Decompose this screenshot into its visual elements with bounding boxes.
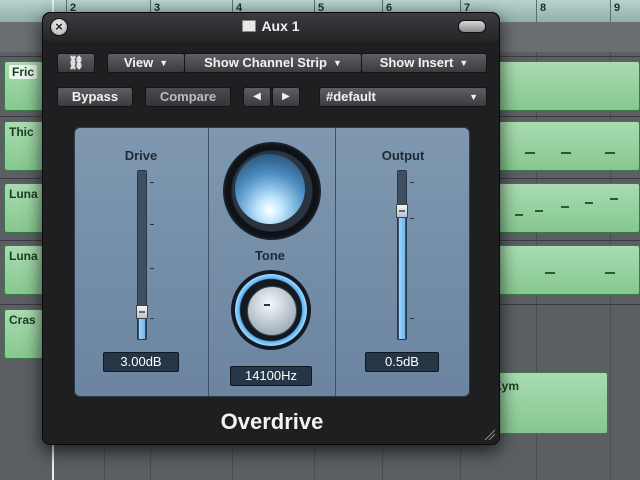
- slider-tick: [150, 182, 154, 183]
- window-title-text: Aux 1: [261, 18, 300, 34]
- drive-label: Drive: [124, 148, 158, 163]
- section-divider: [208, 128, 209, 396]
- drive-value-field[interactable]: 3.00dB: [103, 352, 179, 372]
- chevron-down-icon: ▼: [469, 92, 478, 102]
- drive-slider-handle[interactable]: [136, 305, 148, 319]
- chevron-down-icon: ▼: [159, 58, 169, 68]
- slider-tick: [410, 182, 414, 183]
- tone-knob-cap: [247, 286, 297, 336]
- slider-tick: [150, 268, 154, 269]
- region-label: Luna: [9, 187, 38, 201]
- preset-menu[interactable]: #default ▼: [319, 87, 487, 107]
- view-button-group: View ▼ Show Channel Strip ▼ Show Insert ▼: [107, 53, 487, 73]
- ruler-number: 9: [614, 2, 621, 14]
- midi-note: [561, 206, 569, 208]
- tone-knob[interactable]: [231, 270, 311, 350]
- midi-region[interactable]: Kym: [488, 372, 608, 434]
- midi-note: [545, 272, 555, 274]
- drive-knob[interactable]: [223, 142, 321, 240]
- output-slider[interactable]: [396, 170, 408, 340]
- arrange-area: 2 3 4 5 6 7 8 9 Fric Thic Luna Luna Cras…: [0, 0, 640, 480]
- show-insert-label: Show Insert: [379, 55, 454, 70]
- link-icon: ⛓: [67, 55, 85, 70]
- midi-note: [561, 152, 571, 154]
- section-divider: [335, 128, 336, 396]
- tone-value-field[interactable]: 14100Hz: [230, 366, 312, 386]
- region-label: Cras: [9, 313, 36, 327]
- region-label: Luna: [9, 249, 38, 263]
- output-slider-handle[interactable]: [396, 204, 408, 218]
- midi-note: [525, 152, 535, 154]
- ruler-tick: [610, 0, 611, 22]
- window-title: Aux 1: [43, 18, 499, 34]
- chevron-down-icon: ▼: [459, 58, 469, 68]
- compare-button[interactable]: Compare: [145, 87, 231, 107]
- next-preset-button[interactable]: ▶: [272, 87, 300, 107]
- overdrive-panel: Drive 3.00dB Tone 14100Hz Output 0.5dB: [74, 127, 470, 397]
- preset-name: #default: [326, 89, 376, 104]
- region-label: Fric: [9, 65, 38, 79]
- link-button[interactable]: ⛓: [57, 53, 95, 73]
- view-menu-label: View: [123, 55, 154, 70]
- slider-tick: [150, 318, 154, 319]
- show-channel-strip-label: Show Channel Strip: [204, 55, 327, 70]
- output-slider-fill: [399, 218, 405, 339]
- show-channel-strip-menu[interactable]: Show Channel Strip ▼: [184, 53, 362, 73]
- title-bar[interactable]: × Aux 1: [43, 13, 499, 41]
- region-label: Thic: [9, 125, 34, 139]
- resize-handle[interactable]: [483, 428, 495, 440]
- midi-note: [605, 272, 615, 274]
- midi-note: [535, 210, 543, 212]
- show-insert-menu[interactable]: Show Insert ▼: [361, 53, 487, 73]
- plugin-window: × Aux 1 ⛓ View ▼ Show Channel Strip ▼ Show…: [42, 12, 500, 445]
- previous-preset-button[interactable]: ◀: [243, 87, 271, 107]
- midi-note: [515, 214, 523, 216]
- midi-note: [610, 198, 618, 200]
- drive-knob-cap: [235, 154, 305, 224]
- chevron-down-icon: ▼: [332, 58, 342, 68]
- midi-note: [585, 202, 593, 204]
- ruler-number: 8: [540, 2, 547, 14]
- output-label: Output: [381, 148, 425, 163]
- bypass-button[interactable]: Bypass: [57, 87, 133, 107]
- slider-tick: [150, 224, 154, 225]
- toolbar-toggle-button[interactable]: [458, 20, 486, 33]
- view-menu[interactable]: View ▼: [107, 53, 185, 73]
- slider-tick: [410, 218, 414, 219]
- tone-label: Tone: [254, 248, 286, 263]
- output-value-field[interactable]: 0.5dB: [365, 352, 439, 372]
- midi-region[interactable]: Cras: [4, 309, 44, 359]
- drive-slider-fill: [139, 319, 145, 339]
- midi-note: [605, 152, 615, 154]
- plugin-name: Overdrive: [220, 409, 324, 434]
- tone-knob-indicator: [264, 304, 270, 306]
- drive-slider[interactable]: [136, 170, 148, 340]
- slider-tick: [410, 318, 414, 319]
- ruler-tick: [536, 0, 537, 22]
- channel-strip-icon: [242, 20, 257, 32]
